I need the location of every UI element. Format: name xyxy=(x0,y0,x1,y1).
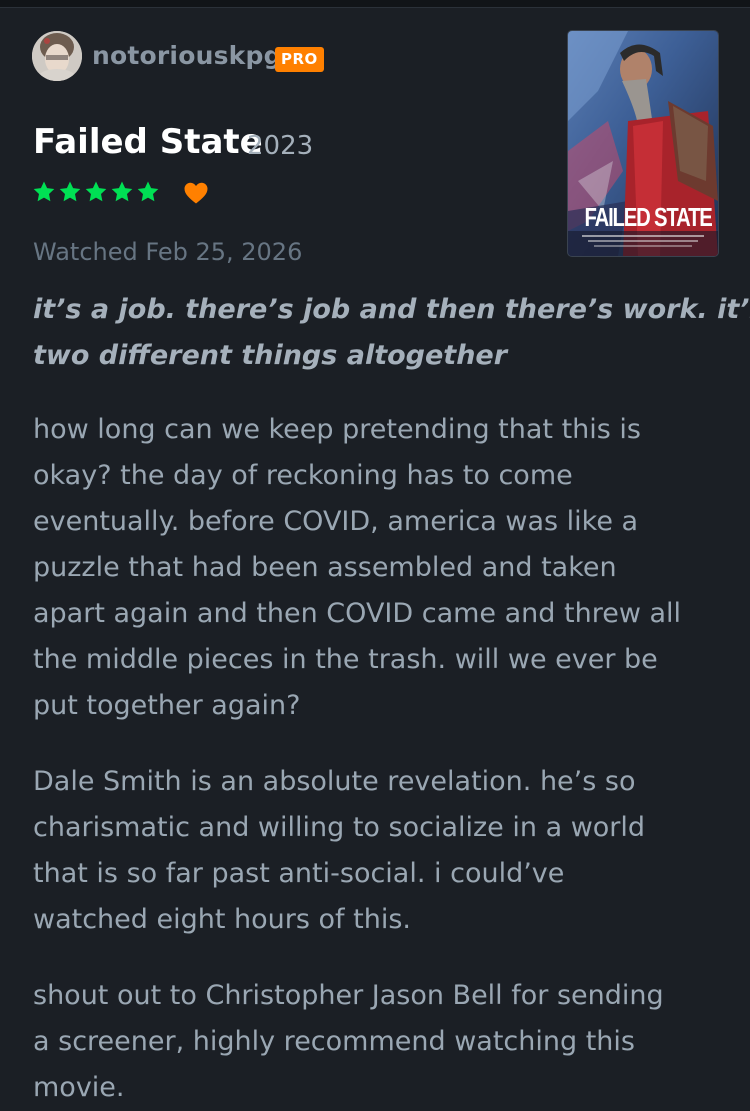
film-title[interactable]: Failed State xyxy=(33,122,263,162)
pro-badge: PRO xyxy=(275,47,324,72)
paragraph-line: watched eight hours of this. xyxy=(33,904,411,935)
poster-title: FAILED STATE xyxy=(584,202,713,232)
paragraph-line: okay? the day of reckoning has to come xyxy=(33,460,573,491)
quote-line: it’s a job. there’s job and then there’s… xyxy=(33,294,750,325)
paragraph-line: that is so far past anti-social. i could… xyxy=(33,858,565,889)
review-paragraph: how long can we keep pretending that thi… xyxy=(33,407,723,729)
rating-stars xyxy=(32,180,160,210)
paragraph-line: charismatic and willing to socialize in … xyxy=(33,812,646,843)
paragraph-line: a screener, highly recommend watching th… xyxy=(33,1026,635,1057)
paragraph-line: the middle pieces in the trash. will we … xyxy=(33,644,658,675)
heart-icon xyxy=(184,182,208,204)
star-icon xyxy=(111,181,133,202)
paragraph-line: put together again? xyxy=(33,690,301,721)
quote-line: two different things altogether xyxy=(33,340,508,371)
divider xyxy=(0,7,750,8)
paragraph-line: Dale Smith is an absolute revelation. he… xyxy=(33,766,636,797)
star-icon xyxy=(137,181,159,202)
paragraph-line: shout out to Christopher Jason Bell for … xyxy=(33,980,664,1011)
avatar-image xyxy=(32,31,82,81)
review-paragraph: shout out to Christopher Jason Bell for … xyxy=(33,973,723,1111)
star-icon xyxy=(59,181,81,202)
paragraph-line: movie. xyxy=(33,1072,125,1103)
paragraph-line: how long can we keep pretending that thi… xyxy=(33,414,642,445)
star-icon xyxy=(85,181,107,202)
watched-date: Watched Feb 25, 2026 xyxy=(33,238,303,266)
review-quote: it’s a job. there’s job and then there’s… xyxy=(33,287,750,379)
paragraph-line: eventually. before COVID, america was li… xyxy=(33,506,639,537)
paragraph-line: puzzle that had been assembled and taken xyxy=(33,552,617,583)
film-year[interactable]: 2023 xyxy=(247,131,313,161)
avatar[interactable] xyxy=(32,31,82,81)
username[interactable]: notoriouskpg xyxy=(92,41,282,70)
top-bar xyxy=(0,0,750,7)
star-icon xyxy=(33,181,55,202)
review-paragraph: Dale Smith is an absolute revelation. he… xyxy=(33,759,723,943)
paragraph-line: apart again and then COVID came and thre… xyxy=(33,598,682,629)
film-poster[interactable]: FAILED STATE xyxy=(568,31,718,256)
